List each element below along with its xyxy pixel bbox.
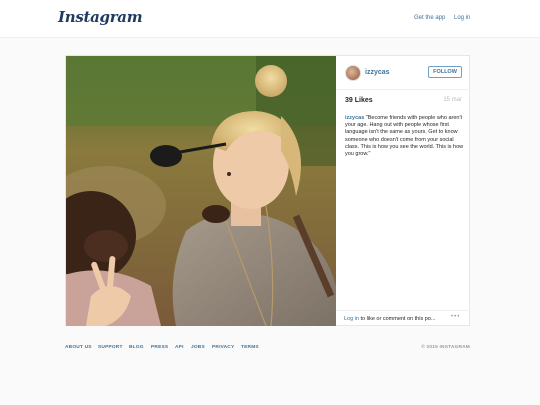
post-timestamp: 15 mar: [443, 97, 462, 103]
post-caption: izzycas "Become friends with people who …: [345, 115, 469, 158]
top-navigation-bar: Instagram Get the app Log in: [0, 0, 540, 38]
login-prompt-text: to like or comment on this po...: [359, 316, 436, 322]
footer-link-api[interactable]: API: [175, 345, 184, 350]
post-header: izzycas FOLLOW: [336, 56, 470, 90]
footer-link-press[interactable]: PRESS: [151, 345, 168, 350]
more-options-icon[interactable]: •••: [451, 314, 460, 320]
follow-button[interactable]: FOLLOW: [428, 66, 462, 78]
footer-link-terms[interactable]: TERMS: [241, 345, 259, 350]
likes-count[interactable]: 39 Likes: [345, 97, 373, 104]
avatar[interactable]: [345, 65, 361, 81]
instagram-logo[interactable]: Instagram: [58, 8, 143, 26]
footer-link-jobs[interactable]: JOBS: [191, 345, 205, 350]
footer-link-blog[interactable]: BLOG: [129, 345, 144, 350]
get-the-app-link[interactable]: Get the app: [414, 15, 445, 21]
post-card: izzycas FOLLOW 39 Likes 15 mar izzycas "…: [65, 55, 470, 326]
copyright-text: © 2015 INSTAGRAM: [421, 345, 470, 350]
post-sidebar: izzycas FOLLOW 39 Likes 15 mar izzycas "…: [336, 56, 470, 326]
post-stats: 39 Likes 15 mar: [345, 97, 462, 109]
comment-login-link[interactable]: Log in: [344, 316, 359, 322]
caption-text: "Become friends with people who aren't y…: [345, 115, 464, 158]
footer-link-about[interactable]: ABOUT US: [65, 345, 92, 350]
username-link[interactable]: izzycas: [365, 69, 390, 76]
post-photo[interactable]: [66, 56, 336, 326]
header-login-link[interactable]: Log in: [454, 15, 470, 21]
caption-username-link[interactable]: izzycas: [345, 115, 364, 121]
footer-link-support[interactable]: SUPPORT: [98, 345, 123, 350]
comment-bar: Log in to like or comment on this po... …: [336, 310, 470, 326]
photo-illustration: [66, 56, 336, 326]
footer-link-privacy[interactable]: PRIVACY: [212, 345, 234, 350]
page-footer: ABOUT US SUPPORT BLOG PRESS API JOBS PRI…: [65, 345, 470, 355]
login-prompt: Log in to like or comment on this po...: [344, 316, 435, 322]
